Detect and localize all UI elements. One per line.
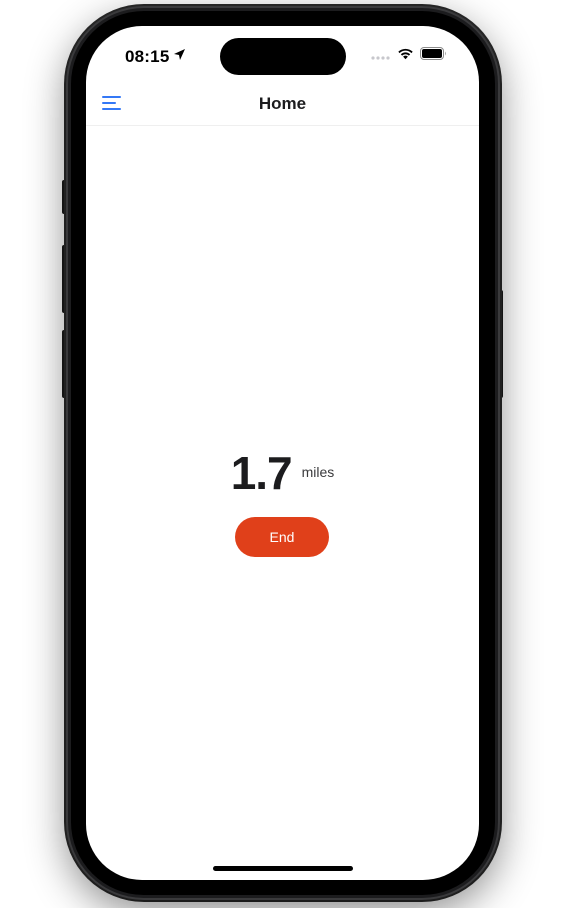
end-button[interactable]: End (235, 517, 329, 557)
location-arrow-icon (173, 48, 186, 66)
wifi-icon (397, 47, 414, 65)
status-time: 08:15 (125, 47, 170, 66)
status-icons (371, 47, 447, 65)
page-title: Home (258, 94, 307, 113)
distance-display: 1.7 miles (86, 450, 479, 496)
distance-value: 1.7 (230, 447, 293, 499)
dynamic-island (220, 38, 346, 75)
device-stage: 08:15 Home 1.7 miles End (0, 0, 564, 908)
hamburger-menu-icon (102, 95, 122, 115)
cellular-signal-icon (371, 47, 391, 65)
menu-button[interactable] (100, 93, 124, 117)
home-indicator[interactable] (213, 866, 353, 871)
battery-icon (420, 47, 447, 65)
navigation-bar: Home (86, 84, 479, 126)
phone-screen: 08:15 Home 1.7 miles End (86, 26, 479, 880)
status-time-group: 08:15 (125, 46, 186, 68)
distance-unit: miles (301, 464, 335, 480)
